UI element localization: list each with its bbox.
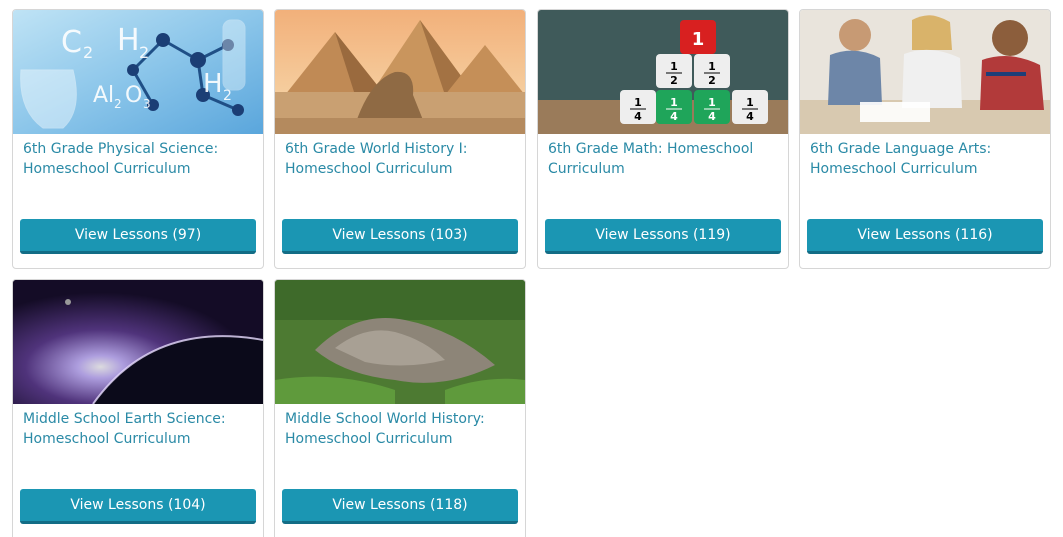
stone-ruins-image-art <box>275 280 525 404</box>
course-card: 6th Grade Language Arts: Homeschool Curr… <box>799 9 1051 269</box>
course-title[interactable]: Middle School World History: Homeschool … <box>285 409 517 449</box>
die-numerator: 1 <box>670 96 678 109</box>
die-numerator: 1 <box>708 60 716 73</box>
view-lessons-button[interactable]: View Lessons (118) <box>282 489 518 524</box>
die-denominator: 4 <box>746 110 754 123</box>
students-writing-image-art <box>800 10 1050 134</box>
die-numerator: 1 <box>746 96 754 109</box>
course-title[interactable]: 6th Grade Math: Homeschool Curriculum <box>548 139 780 179</box>
die-denominator: 2 <box>708 74 716 87</box>
die-denominator: 4 <box>708 110 716 123</box>
course-title[interactable]: 6th Grade Language Arts: Homeschool Curr… <box>810 139 1042 179</box>
view-lessons-button[interactable]: View Lessons (116) <box>807 219 1043 254</box>
die-denominator: 4 <box>634 110 642 123</box>
fraction-dice-image[interactable]: 1 1 2 1 2 1 4 1 4 1 4 1 4 <box>538 10 788 134</box>
earth-from-space-image-art <box>13 280 263 404</box>
view-lessons-button[interactable]: View Lessons (104) <box>20 489 256 524</box>
stone-ruins-image[interactable] <box>275 280 525 404</box>
course-card: 1 1 2 1 2 1 4 1 4 1 4 1 4 6th Grade Math… <box>537 9 789 269</box>
die-numerator: 1 <box>634 96 642 109</box>
chemistry-molecules-image[interactable]: C 2 H 2 Al 2 O 3 H 2 <box>13 10 263 134</box>
course-card: Middle School Earth Science: Homeschool … <box>12 279 264 537</box>
pyramids-sphinx-image[interactable] <box>275 10 525 134</box>
die-numerator: 1 <box>708 96 716 109</box>
course-title[interactable]: 6th Grade Physical Science: Homeschool C… <box>23 139 255 179</box>
die-numerator: 1 <box>670 60 678 73</box>
course-title[interactable]: Middle School Earth Science: Homeschool … <box>23 409 255 449</box>
course-card: C 2 H 2 Al 2 O 3 H 2 6th Grade Physical … <box>12 9 264 269</box>
chem-letter: C <box>61 25 82 60</box>
die-number: 1 <box>692 29 705 50</box>
view-lessons-button[interactable]: View Lessons (103) <box>282 219 518 254</box>
chem-subscript: 2 <box>139 43 149 62</box>
chem-subscript: 2 <box>223 88 232 104</box>
chem-letter: H <box>203 69 223 99</box>
chem-letter: H <box>117 23 140 58</box>
course-title[interactable]: 6th Grade World History I: Homeschool Cu… <box>285 139 517 179</box>
view-lessons-button[interactable]: View Lessons (97) <box>20 219 256 254</box>
chem-subscript: 3 <box>143 97 151 111</box>
pyramids-sphinx-image-art <box>275 10 525 134</box>
chemistry-molecules-image-art: C 2 H 2 Al 2 O 3 H 2 <box>13 10 263 134</box>
fraction-dice-image-art: 1 1 2 1 2 1 4 1 4 1 4 1 4 <box>538 10 788 134</box>
earth-from-space-image[interactable] <box>13 280 263 404</box>
course-card: 6th Grade World History I: Homeschool Cu… <box>274 9 526 269</box>
course-card: Middle School World History: Homeschool … <box>274 279 526 537</box>
students-writing-image[interactable] <box>800 10 1050 134</box>
chem-letter: Al <box>93 83 114 108</box>
view-lessons-button[interactable]: View Lessons (119) <box>545 219 781 254</box>
chem-subscript: 2 <box>114 97 122 111</box>
chem-subscript: 2 <box>83 43 93 62</box>
die-denominator: 2 <box>670 74 678 87</box>
course-grid: C 2 H 2 Al 2 O 3 H 2 6th Grade Physical … <box>0 0 1063 537</box>
die-denominator: 4 <box>670 110 678 123</box>
chem-letter: O <box>125 83 142 108</box>
